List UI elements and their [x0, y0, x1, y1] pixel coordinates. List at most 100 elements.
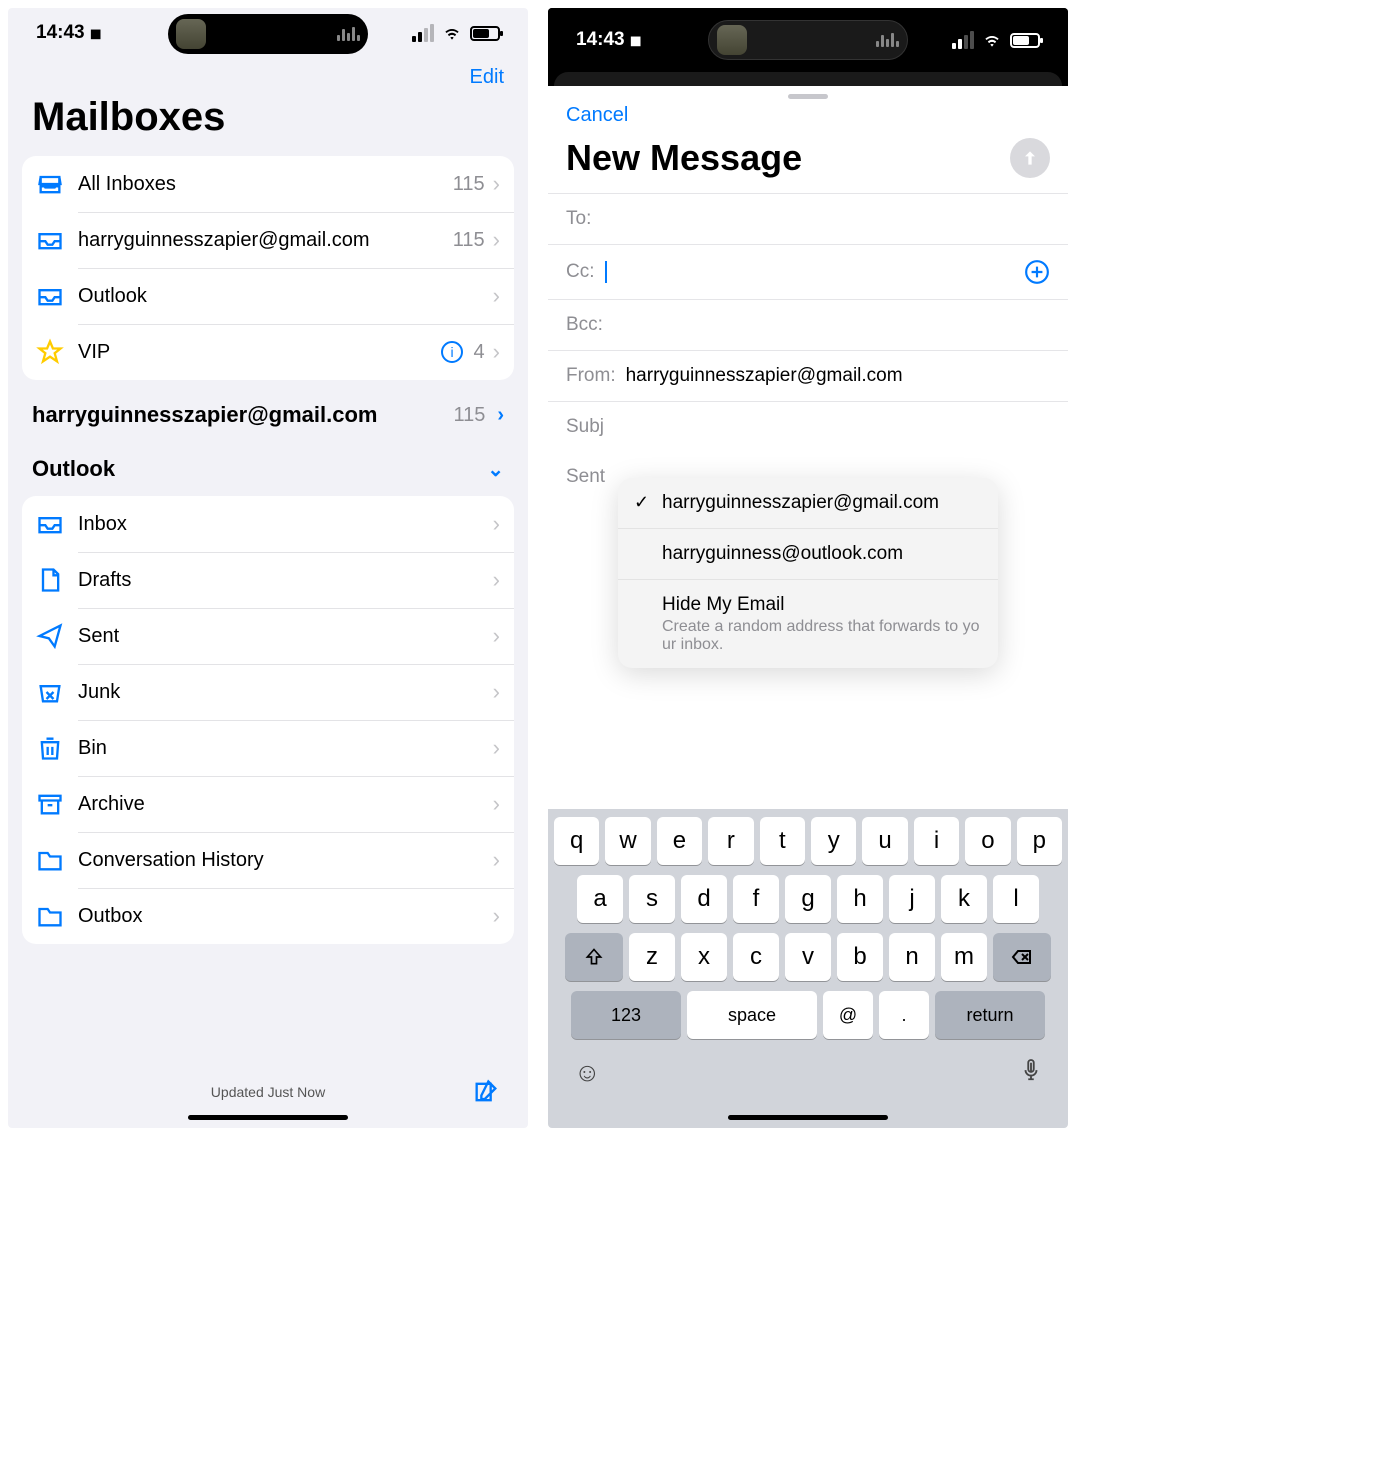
key-123[interactable]: 123: [571, 991, 681, 1039]
account-section-outlook[interactable]: Outlook ⌄: [8, 438, 528, 492]
key-t[interactable]: t: [760, 817, 805, 865]
folder-inbox[interactable]: Inbox›: [22, 496, 514, 552]
keyboard: q w e r t y u i o p a s d f g h j k l: [548, 809, 1068, 1128]
key-dot[interactable]: .: [879, 991, 929, 1039]
subject-field[interactable]: Subj: [548, 401, 1068, 452]
keyboard-row-3: z x c v b n m: [554, 933, 1062, 981]
to-field[interactable]: To:: [548, 193, 1068, 244]
key-h[interactable]: h: [837, 875, 883, 923]
key-space[interactable]: space: [687, 991, 817, 1039]
text-cursor: [605, 261, 607, 283]
phone-compose: 14:43 ◼ Cancel New Message To: Cc: Bcc:: [548, 8, 1068, 1128]
chevron-right-icon: ›: [493, 511, 500, 537]
folder-bin[interactable]: Bin›: [22, 720, 514, 776]
key-x[interactable]: x: [681, 933, 727, 981]
folder-label: Conversation History: [78, 849, 493, 872]
folder-junk[interactable]: Junk›: [22, 664, 514, 720]
mailboxes-card: All Inboxes 115 › harryguinnesszapier@gm…: [22, 156, 514, 380]
dynamic-island: [168, 14, 368, 54]
checkmark-icon: ✓: [634, 492, 658, 513]
chevron-right-icon: ›: [493, 283, 500, 309]
key-o[interactable]: o: [965, 817, 1010, 865]
key-p[interactable]: p: [1017, 817, 1062, 865]
folder-icon: [36, 846, 64, 874]
folder-drafts[interactable]: Drafts›: [22, 552, 514, 608]
mailbox-gmail[interactable]: harryguinnesszapier@gmail.com 115 ›: [22, 212, 514, 268]
folder-archive[interactable]: Archive›: [22, 776, 514, 832]
emoji-button[interactable]: ☺: [574, 1057, 601, 1088]
send-button[interactable]: [1010, 138, 1050, 178]
key-f[interactable]: f: [733, 875, 779, 923]
bcc-field[interactable]: Bcc:: [548, 299, 1068, 350]
key-r[interactable]: r: [708, 817, 753, 865]
from-option-outlook[interactable]: harryguinness@outlook.com: [618, 529, 998, 580]
from-option-hide-my-email[interactable]: Hide My Email Create a random address th…: [618, 580, 998, 668]
folder-label: Junk: [78, 681, 493, 704]
cc-field[interactable]: Cc:: [548, 244, 1068, 299]
key-l[interactable]: l: [993, 875, 1039, 923]
key-q[interactable]: q: [554, 817, 599, 865]
chevron-right-icon: ›: [493, 903, 500, 929]
chevron-right-icon: ›: [493, 679, 500, 705]
add-contact-button[interactable]: [1024, 259, 1050, 285]
key-w[interactable]: w: [605, 817, 650, 865]
key-b[interactable]: b: [837, 933, 883, 981]
mailbox-outlook[interactable]: Outlook ›: [22, 268, 514, 324]
cellular-icon: [412, 24, 434, 42]
folder-label: Sent: [78, 625, 493, 648]
folder-conversation-history[interactable]: Conversation History›: [22, 832, 514, 888]
audio-bars-icon: [337, 27, 360, 41]
key-c[interactable]: c: [733, 933, 779, 981]
key-s[interactable]: s: [629, 875, 675, 923]
compose-button[interactable]: [472, 1078, 500, 1106]
mailbox-all-inboxes[interactable]: All Inboxes 115 ›: [22, 156, 514, 212]
key-v[interactable]: v: [785, 933, 831, 981]
compose-title: New Message: [566, 137, 802, 179]
dictation-button[interactable]: [1020, 1057, 1042, 1088]
section-label: Outlook: [32, 456, 487, 482]
folder-sent[interactable]: Sent›: [22, 608, 514, 664]
home-indicator[interactable]: [188, 1115, 348, 1120]
option-label: harryguinness@outlook.com: [662, 543, 982, 565]
key-d[interactable]: d: [681, 875, 727, 923]
key-j[interactable]: j: [889, 875, 935, 923]
key-u[interactable]: u: [862, 817, 907, 865]
keyboard-row-2: a s d f g h j k l: [554, 875, 1062, 923]
edit-button[interactable]: Edit: [470, 66, 504, 88]
info-icon[interactable]: i: [440, 340, 464, 364]
key-backspace[interactable]: [993, 933, 1051, 981]
from-field[interactable]: From: harryguinnesszapier@gmail.com: [548, 350, 1068, 401]
chevron-right-icon: ›: [493, 735, 500, 761]
now-playing-thumb: [717, 25, 747, 55]
key-at[interactable]: @: [823, 991, 873, 1039]
paperplane-icon: [36, 622, 64, 650]
sync-status: Updated Just Now: [211, 1084, 325, 1100]
option-label: Hide My Email: [662, 594, 784, 615]
cellular-icon: [952, 31, 974, 49]
key-k[interactable]: k: [941, 875, 987, 923]
key-z[interactable]: z: [629, 933, 675, 981]
archive-icon: [36, 790, 64, 818]
to-label: To:: [566, 208, 591, 230]
account-section-gmail[interactable]: harryguinnesszapier@gmail.com 115 ›: [8, 384, 528, 438]
key-return[interactable]: return: [935, 991, 1045, 1039]
home-indicator[interactable]: [728, 1115, 888, 1120]
key-n[interactable]: n: [889, 933, 935, 981]
mailbox-vip[interactable]: VIP i 4 ›: [22, 324, 514, 380]
key-a[interactable]: a: [577, 875, 623, 923]
key-i[interactable]: i: [914, 817, 959, 865]
inbox-icon: [36, 510, 64, 538]
key-m[interactable]: m: [941, 933, 987, 981]
subject-label-partial: Subj: [566, 416, 604, 438]
folder-outbox[interactable]: Outbox›: [22, 888, 514, 944]
key-y[interactable]: y: [811, 817, 856, 865]
key-shift[interactable]: [565, 933, 623, 981]
wifi-icon: [442, 23, 462, 43]
from-option-gmail[interactable]: ✓ harryguinnesszapier@gmail.com: [618, 478, 998, 529]
key-g[interactable]: g: [785, 875, 831, 923]
folder-label: Outbox: [78, 905, 493, 928]
key-e[interactable]: e: [657, 817, 702, 865]
battery-icon: [1010, 33, 1040, 48]
sheet-grabber[interactable]: [788, 94, 828, 99]
inbox-icon: [36, 226, 64, 254]
